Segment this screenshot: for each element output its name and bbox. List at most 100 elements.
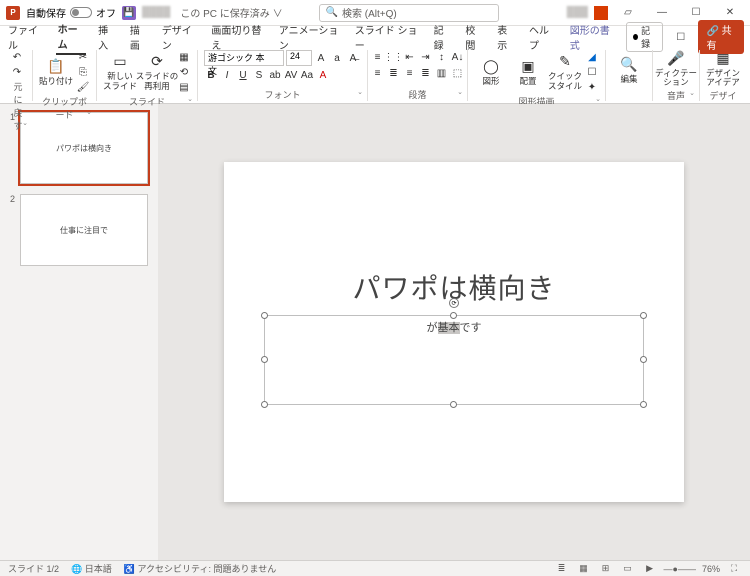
reading-view-icon[interactable]: ▭ — [620, 563, 636, 575]
arrange-button[interactable]: ▣配置 — [511, 58, 545, 86]
rotate-handle-icon[interactable]: ⟳ — [449, 298, 459, 308]
italic-icon[interactable]: I — [220, 68, 234, 82]
shape-outline-icon[interactable]: ☐ — [585, 65, 599, 79]
subtitle-textbox[interactable]: ⟳ が基本です — [264, 315, 644, 405]
quickstyle-label: クイック スタイル — [548, 72, 582, 91]
paste-button[interactable]: 📋貼り付け — [39, 58, 73, 86]
zoom-level[interactable]: 76% — [702, 564, 720, 574]
tab-transitions[interactable]: 画面切り替え — [209, 20, 266, 54]
shape-fill-icon[interactable]: ◢ — [585, 50, 599, 64]
tab-record[interactable]: 記録 — [432, 20, 454, 54]
line-spacing-icon[interactable]: ↕ — [435, 50, 449, 64]
undo-icon[interactable]: ↶ — [10, 50, 24, 64]
tab-design[interactable]: デザイン — [160, 20, 200, 54]
slide-counter[interactable]: スライド 1/2 — [8, 562, 59, 575]
dictate-button[interactable]: 🎤ディクテー ション — [659, 50, 693, 88]
tab-animations[interactable]: アニメーション — [277, 20, 343, 54]
quickstyle-button[interactable]: ✎クイック スタイル — [548, 53, 582, 91]
sorter-view-icon[interactable]: ⊞ — [598, 563, 614, 575]
indent-left-icon[interactable]: ⇤ — [403, 50, 417, 64]
main-area: 1 パワポは横向き 2 仕事に注目で パワポは横向き ⟳ — [0, 104, 750, 560]
normal-view-icon[interactable]: ▦ — [576, 563, 592, 575]
shadow-icon[interactable]: ab — [268, 68, 282, 82]
grow-font-icon[interactable]: A — [314, 51, 328, 65]
tab-help[interactable]: ヘルプ — [527, 20, 558, 54]
save-icon[interactable]: 💾 — [122, 6, 136, 20]
reuse-slides-button[interactable]: ⟳スライドの 再利用 — [140, 53, 174, 91]
shapes-icon: ◯ — [482, 58, 500, 76]
columns-icon[interactable]: ▥ — [435, 66, 449, 80]
slideshow-view-icon[interactable]: ▶ — [642, 563, 658, 575]
fit-window-icon[interactable]: ⛶ — [726, 563, 742, 575]
notes-button[interactable]: ≣ — [554, 563, 570, 575]
share-button[interactable]: 🔗 共有 — [698, 20, 744, 54]
tab-view[interactable]: 表示 — [495, 20, 517, 54]
resize-handle[interactable] — [261, 401, 268, 408]
new-slide-button[interactable]: ▭新しい スライド — [103, 53, 137, 91]
reset-icon[interactable]: ⟲ — [177, 65, 191, 79]
justify-icon[interactable]: ≣ — [419, 66, 433, 80]
bullets-icon[interactable]: ≡ — [371, 50, 385, 64]
align-center-icon[interactable]: ≣ — [387, 66, 401, 80]
resize-handle[interactable] — [640, 401, 647, 408]
format-painter-icon[interactable]: 🖌 — [76, 80, 90, 94]
search-placeholder: 検索 (Alt+Q) — [342, 5, 397, 20]
tab-draw[interactable]: 描画 — [128, 20, 150, 54]
resize-handle[interactable] — [640, 312, 647, 319]
clear-format-icon[interactable]: A̶ — [346, 51, 360, 65]
slide-canvas[interactable]: パワポは横向き ⟳ が基本です — [158, 104, 750, 560]
tab-shape-format[interactable]: 図形の書式 — [568, 20, 617, 54]
autosave-toggle[interactable]: 自動保存 オフ — [26, 5, 116, 20]
tab-slideshow[interactable]: スライド ショー — [353, 20, 422, 54]
search-input[interactable]: 🔍 検索 (Alt+Q) — [319, 4, 499, 22]
shapes-label: 図形 — [482, 77, 499, 86]
section-icon[interactable]: ▤ — [177, 80, 191, 94]
smartart-icon[interactable]: ⬚ — [451, 66, 465, 80]
font-size-select[interactable]: 24 — [286, 50, 312, 66]
shapes-button[interactable]: ◯図形 — [474, 58, 508, 86]
slide-thumbnails-panel[interactable]: 1 パワポは横向き 2 仕事に注目で — [0, 104, 158, 560]
numbering-icon[interactable]: ⋮⋮ — [387, 50, 401, 64]
spacing-icon[interactable]: AV — [284, 68, 298, 82]
font-color-icon[interactable]: A — [316, 68, 330, 82]
slide-thumbnail-2[interactable]: 仕事に注目で — [20, 194, 148, 266]
document-title[interactable]: この PC に保存済み ∨ — [180, 5, 282, 20]
user-avatar[interactable] — [594, 6, 608, 20]
tab-file[interactable]: ファイル — [6, 20, 46, 54]
editing-button[interactable]: 🔍編集 — [612, 56, 646, 84]
record-button[interactable]: 記録 — [626, 22, 663, 52]
accessibility-status[interactable]: ♿ アクセシビリティ: 問題ありません — [124, 562, 276, 575]
text-direction-icon[interactable]: A↓ — [451, 50, 465, 64]
resize-handle[interactable] — [261, 312, 268, 319]
toggle-off-icon[interactable] — [70, 7, 92, 18]
copy-icon[interactable]: ⎘ — [76, 65, 90, 79]
autosave-state: オフ — [96, 5, 116, 20]
layout-icon[interactable]: ▦ — [177, 50, 191, 64]
resize-handle[interactable] — [450, 312, 457, 319]
indent-right-icon[interactable]: ⇥ — [419, 50, 433, 64]
slide[interactable]: パワポは横向き ⟳ が基本です — [224, 162, 684, 502]
resize-handle[interactable] — [261, 356, 268, 363]
strike-icon[interactable]: S — [252, 68, 266, 82]
shrink-font-icon[interactable]: a — [330, 51, 344, 65]
group-paragraph-label: 段落 — [374, 88, 461, 101]
slide-thumbnail-1[interactable]: パワポは横向き — [20, 112, 148, 184]
zoom-slider[interactable]: —●—— — [664, 564, 696, 574]
align-left-icon[interactable]: ≡ — [371, 66, 385, 80]
subtitle-selected: 基本 — [438, 322, 460, 334]
resize-handle[interactable] — [450, 401, 457, 408]
underline-icon[interactable]: U — [236, 68, 250, 82]
resize-handle[interactable] — [640, 356, 647, 363]
align-right-icon[interactable]: ≡ — [403, 66, 417, 80]
subtitle-post: です — [460, 322, 482, 334]
designer-button[interactable]: ▦デザイン アイデア — [706, 50, 740, 88]
tab-review[interactable]: 校閲 — [463, 20, 485, 54]
tab-insert[interactable]: 挿入 — [96, 20, 118, 54]
ribbon-collapse-button[interactable]: ☐ — [669, 27, 693, 47]
language-status[interactable]: 🌐 日本語 — [71, 562, 112, 575]
change-case-icon[interactable]: Aa — [300, 68, 314, 82]
redo-icon[interactable]: ↷ — [10, 65, 24, 79]
font-name-select[interactable]: 游ゴシック 本文 — [204, 50, 284, 66]
shape-effects-icon[interactable]: ✦ — [585, 80, 599, 94]
cut-icon[interactable]: ✂ — [76, 50, 90, 64]
